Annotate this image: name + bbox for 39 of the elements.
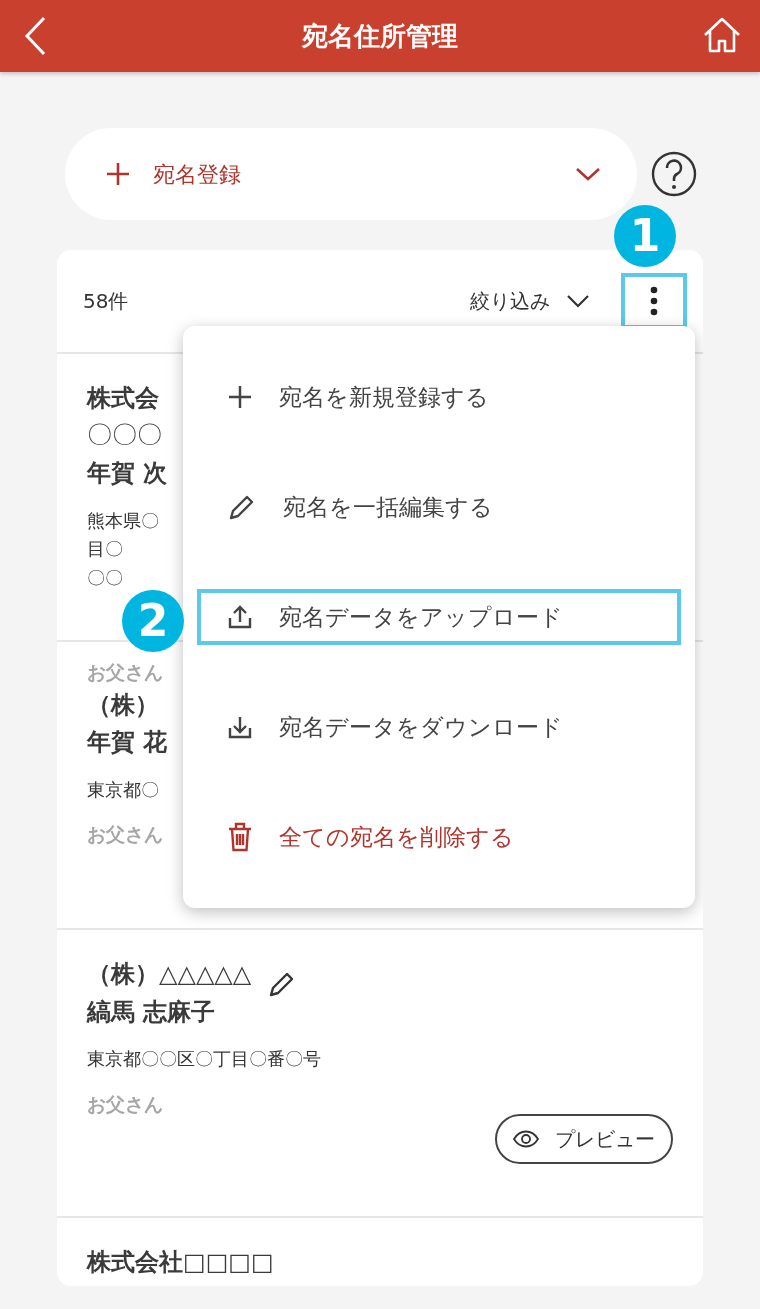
help-icon[interactable]	[651, 151, 697, 197]
eye-icon	[513, 1130, 539, 1148]
page-title: 宛名住所管理	[302, 19, 458, 53]
recipient-name: 年賀 次	[87, 458, 168, 490]
company-name: （株）	[87, 689, 160, 721]
more-icon	[650, 286, 658, 316]
relation-label: お父さん	[87, 822, 163, 848]
menu-item[interactable]: 宛名を新規登録する	[197, 342, 681, 452]
recipient-name: 縞馬 志麻子	[87, 996, 217, 1028]
address-text: 東京都〇〇区〇丁目〇番〇号	[87, 1048, 321, 1070]
address-text: 東京都〇	[87, 778, 159, 800]
menu-item[interactable]: 宛名を一括編集する	[197, 452, 681, 562]
preview-button[interactable]: プレビュー	[495, 1114, 673, 1164]
company-name: 株式会	[87, 383, 160, 414]
download-icon	[227, 714, 253, 740]
relation-label: お父さん	[87, 661, 163, 683]
filter-dropdown[interactable]: 絞り込み	[469, 285, 591, 317]
step-marker: 1	[614, 205, 676, 267]
address-text: 〇〇	[87, 567, 123, 589]
company-name: （株）△△△△△	[87, 959, 252, 990]
upload-icon	[227, 604, 253, 630]
trash-icon	[227, 822, 253, 852]
relation-label: お父さん	[87, 1092, 163, 1117]
menu-item[interactable]: 全ての宛名を削除する	[197, 782, 681, 892]
plus-icon	[105, 161, 131, 187]
chevron-down-icon	[575, 166, 601, 182]
register-dropdown[interactable]: 宛名登録	[65, 128, 637, 220]
address-text: 目〇	[87, 538, 123, 560]
recipient-name: 年賀 花	[87, 727, 168, 759]
company-line: 〇〇〇	[87, 418, 163, 451]
home-icon[interactable]	[702, 17, 742, 53]
plus-icon	[227, 384, 253, 410]
chevron-down-icon	[566, 294, 590, 308]
back-icon[interactable]	[24, 16, 46, 56]
menu-item[interactable]: 宛名データをダウンロード	[197, 672, 681, 782]
result-count: 58件	[83, 288, 129, 315]
menu-item[interactable]: 宛名データをアップロード	[197, 589, 681, 645]
address-text: 熊本県〇	[87, 509, 159, 531]
company-name: 株式会社□□□□	[87, 1247, 274, 1278]
